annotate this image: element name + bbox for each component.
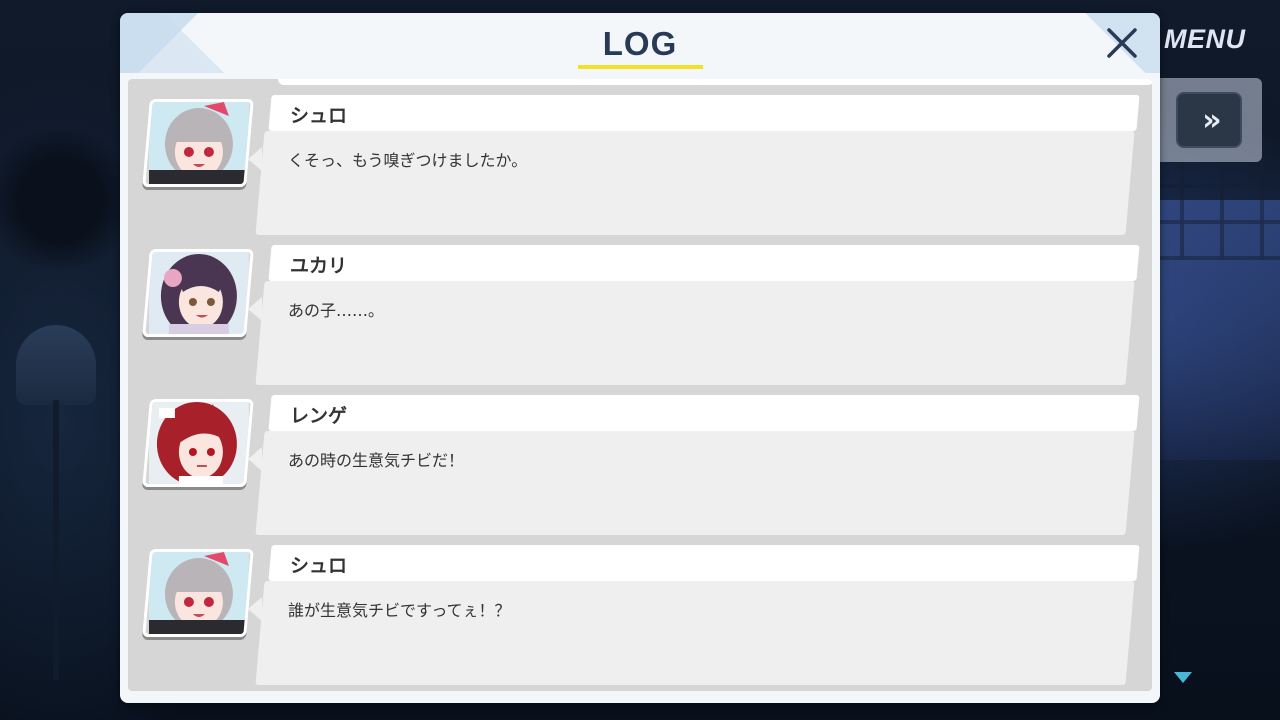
dialogue-bubble [255, 281, 1135, 385]
speaker-name-bar [268, 395, 1140, 431]
renge-portrait [142, 399, 254, 487]
shuro-portrait [142, 549, 254, 637]
title-underline [578, 65, 703, 69]
dialogue-text: あの時の生意気チビだ！ [288, 451, 465, 470]
fast-forward-button[interactable]: » [1176, 92, 1242, 148]
scroll-down-icon[interactable] [1174, 672, 1192, 683]
bubble-tail [248, 597, 262, 621]
shuro-portrait [142, 99, 254, 187]
dialogue-text: あの子……。 [288, 301, 385, 320]
log-entry: シュロ 誰が生意気チビですってぇ！？ [128, 545, 1152, 687]
bubble-tail [248, 447, 262, 471]
speaker-name: シュロ [290, 555, 348, 577]
dialogue-text: 誰が生意気チビですってぇ！？ [288, 601, 511, 620]
log-panel: LOG シュロ くそっ、もう嗅ぎつけましたか。 ユカリ あの子……。 レンゲ あ… [120, 13, 1160, 703]
speaker-name-bar [268, 545, 1140, 581]
bubble-tail [248, 147, 262, 171]
background-lantern [16, 325, 96, 405]
speaker-name: ユカリ [290, 255, 348, 277]
previous-entry-edge [278, 79, 1152, 85]
page-title: LOG [602, 25, 678, 62]
speaker-name: シュロ [290, 105, 348, 127]
bubble-tail [248, 297, 262, 321]
speaker-name: レンゲ [290, 405, 348, 427]
close-button[interactable] [1102, 23, 1142, 63]
log-entry: ユカリ あの子……。 [128, 245, 1152, 387]
speaker-name-bar [268, 95, 1140, 131]
close-icon [1107, 28, 1137, 58]
background-lantern-pole [53, 400, 59, 680]
dialogue-text: くそっ、もう嗅ぎつけましたか。 [288, 151, 528, 170]
log-list[interactable]: シュロ くそっ、もう嗅ぎつけましたか。 ユカリ あの子……。 レンゲ あの時の生… [128, 79, 1152, 691]
speaker-name-bar [268, 245, 1140, 281]
log-entry: シュロ くそっ、もう嗅ぎつけましたか。 [128, 95, 1152, 237]
menu-button[interactable]: MENU [1164, 24, 1246, 55]
background-tree [0, 130, 140, 270]
yukari-portrait [142, 249, 254, 337]
background-shoji [1140, 160, 1280, 260]
log-entry: レンゲ あの時の生意気チビだ！ [128, 395, 1152, 537]
